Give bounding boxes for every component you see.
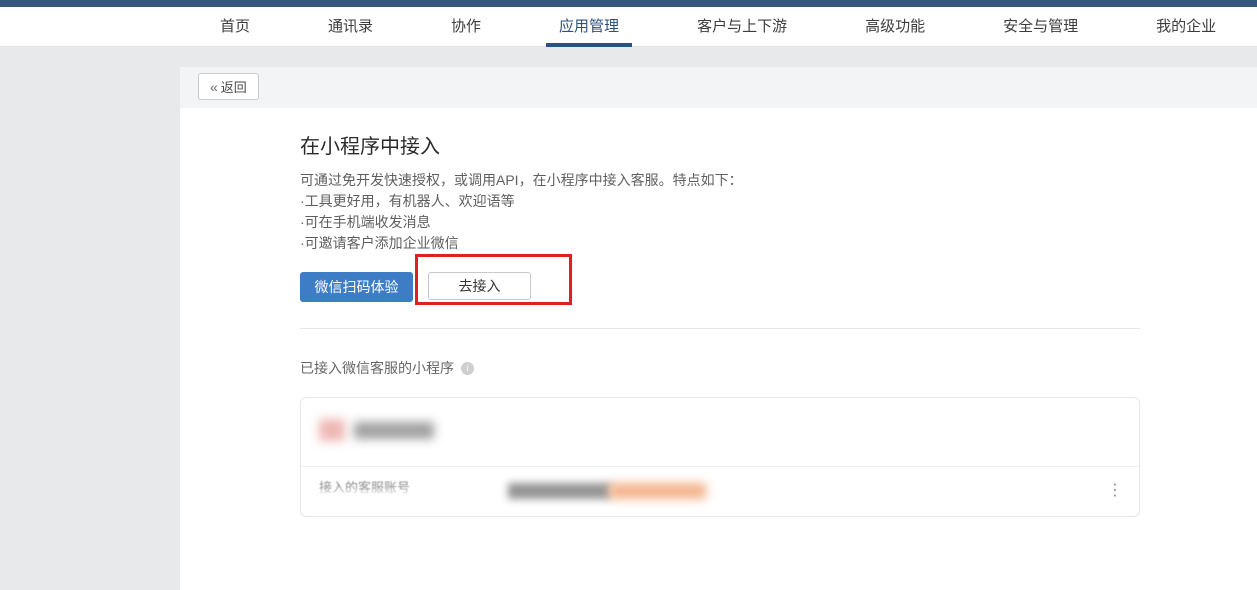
main-nav: 首页 通讯录 协作 应用管理 客户与上下游 高级功能 安全与管理 我的企业	[0, 7, 1257, 47]
feature-bullet: ·可邀请客户添加企业微信	[300, 233, 743, 254]
nav-tab-my-company[interactable]: 我的企业	[1143, 7, 1229, 47]
redacted-account-name	[508, 483, 611, 499]
kebab-menu-icon[interactable]: ⋮	[1107, 479, 1123, 503]
info-icon[interactable]: i	[461, 362, 474, 375]
nav-tab-home[interactable]: 首页	[207, 7, 263, 47]
intro-block: 在小程序中接入 可通过免开发快速授权，或调用API，在小程序中接入客服。特点如下…	[300, 135, 743, 254]
nav-tab-customers[interactable]: 客户与上下游	[684, 7, 800, 47]
mini-program-card: 接入的客服账号 ⋮	[300, 397, 1140, 517]
nav-tab-app-management[interactable]: 应用管理	[546, 7, 632, 47]
screen: 首页 通讯录 协作 应用管理 客户与上下游 高级功能 安全与管理 我的企业 « …	[0, 0, 1257, 590]
redacted-account-info	[609, 483, 706, 499]
section-divider	[300, 328, 1140, 329]
mini-program-row	[301, 398, 1139, 467]
feature-bullet: ·工具更好用，有机器人、欢迎语等	[300, 191, 743, 212]
top-dark-bar	[0, 0, 1257, 7]
wechat-scan-button[interactable]: 微信扫码体验	[300, 272, 413, 302]
nav-tab-collaboration[interactable]: 协作	[438, 7, 494, 47]
feature-bullet: ·可在手机端收发消息	[300, 212, 743, 233]
label-fade-overlay	[316, 487, 413, 499]
section-header: 已接入微信客服的小程序 i	[300, 358, 474, 378]
account-row-label: 接入的客服账号	[319, 480, 410, 496]
nav-tab-security[interactable]: 安全与管理	[990, 7, 1091, 47]
page-background: « 返回 在小程序中接入 可通过免开发快速授权，或调用API，在小程序中接入客服…	[0, 47, 1257, 590]
content-panel: « 返回 在小程序中接入 可通过免开发快速授权，或调用API，在小程序中接入客服…	[180, 67, 1257, 590]
nav-tab-contacts[interactable]: 通讯录	[315, 7, 386, 47]
annotation-red-box: 去接入	[415, 254, 572, 305]
connect-button[interactable]: 去接入	[428, 272, 531, 300]
page-title: 在小程序中接入	[300, 135, 743, 159]
service-account-row: 接入的客服账号 ⋮	[301, 467, 1139, 516]
nav-tab-advanced[interactable]: 高级功能	[852, 7, 938, 47]
redacted-app-icon	[319, 419, 345, 441]
redacted-app-name	[354, 422, 434, 439]
page-description: 可通过免开发快速授权，或调用API，在小程序中接入客服。特点如下：	[300, 170, 743, 191]
main-content: 在小程序中接入 可通过免开发快速授权，或调用API，在小程序中接入客服。特点如下…	[180, 67, 1257, 590]
section-title: 已接入微信客服的小程序	[300, 358, 454, 378]
